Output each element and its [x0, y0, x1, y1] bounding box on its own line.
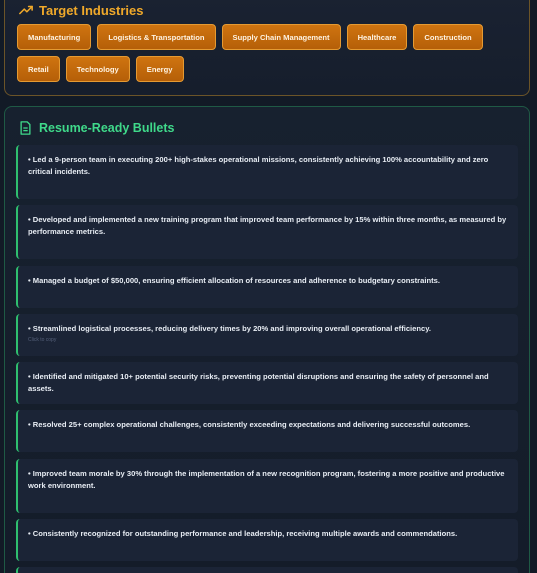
- industry-chips-row-1: Manufacturing Logistics & Transportation…: [17, 24, 483, 50]
- industry-chip-retail[interactable]: Retail: [17, 56, 60, 82]
- industry-chip-technology[interactable]: Technology: [65, 56, 130, 82]
- industry-chip-healthcare[interactable]: Healthcare: [346, 24, 408, 50]
- resume-bullet-item[interactable]: • Managed a budget of $50,000, ensuring …: [16, 266, 518, 308]
- target-industries-title: Target Industries: [39, 2, 144, 18]
- resume-bullet-item[interactable]: • Improved team morale by 30% through th…: [16, 459, 518, 513]
- industry-chip-logistics[interactable]: Logistics & Transportation: [97, 24, 216, 50]
- resume-bullet-item[interactable]: • Developed and implemented a new traini…: [16, 205, 518, 259]
- target-industries-header: Target Industries: [19, 0, 144, 20]
- resume-bullets-panel: Resume-Ready Bullets • Led a 9-person te…: [4, 106, 530, 573]
- resume-bullet-item[interactable]: • Identified and mitigated 10+ potential…: [16, 362, 518, 404]
- resume-bullet-text: • Streamlined logistical processes, redu…: [28, 324, 432, 333]
- resume-bullet-item-partial[interactable]: [16, 567, 518, 573]
- trending-up-icon: [19, 5, 33, 15]
- document-icon: [20, 121, 31, 135]
- industry-chip-supply-chain[interactable]: Supply Chain Management: [221, 24, 341, 50]
- resume-bullet-item[interactable]: • Consistently recognized for outstandin…: [16, 519, 518, 561]
- target-industries-panel: Target Industries Manufacturing Logistic…: [4, 0, 530, 96]
- industry-chip-energy[interactable]: Energy: [135, 56, 184, 82]
- industry-chip-manufacturing[interactable]: Manufacturing: [17, 24, 92, 50]
- industry-chips-row-2: Retail Technology Energy: [17, 56, 184, 82]
- resume-bullet-item[interactable]: • Streamlined logistical processes, redu…: [16, 314, 518, 356]
- copy-hint: Click to copy: [28, 337, 57, 343]
- resume-bullets-header: Resume-Ready Bullets: [19, 119, 174, 137]
- resume-bullets-title: Resume-Ready Bullets: [39, 121, 175, 135]
- resume-bullet-item[interactable]: • Resolved 25+ complex operational chall…: [16, 410, 518, 452]
- resume-bullet-item[interactable]: • Led a 9-person team in executing 200+ …: [16, 145, 518, 199]
- industry-chip-construction[interactable]: Construction: [413, 24, 483, 50]
